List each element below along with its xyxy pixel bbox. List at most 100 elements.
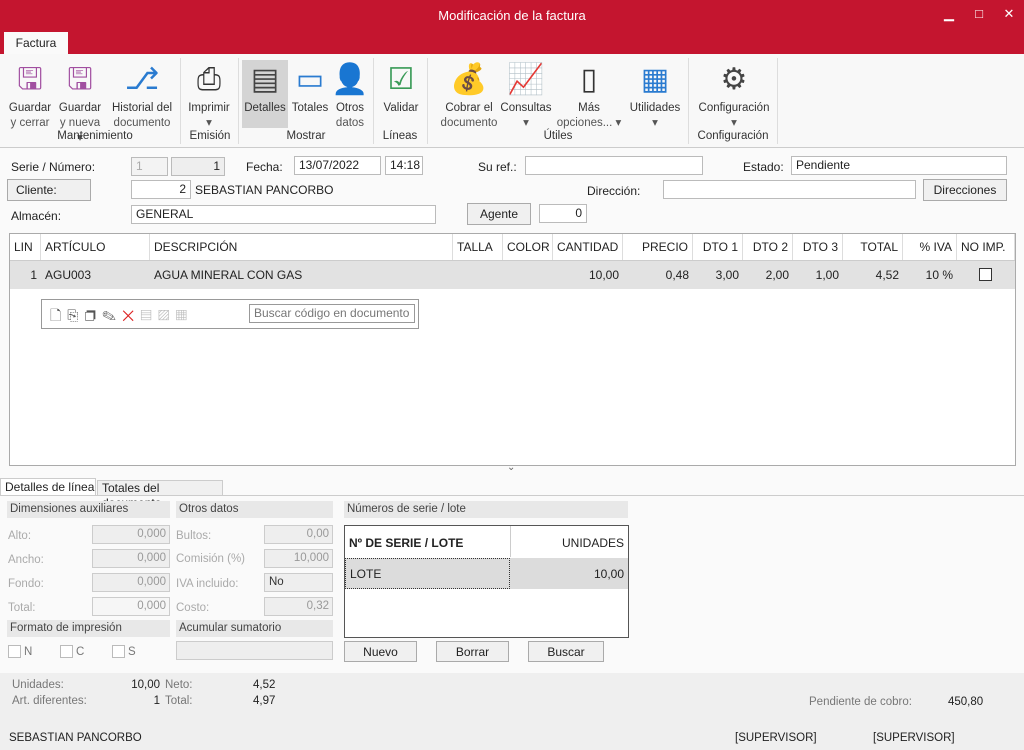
fmt-n-checkbox[interactable] [8,645,21,658]
lines-grid: LIN ARTÍCULO DESCRIPCIÓN TALLA COLOR CANTIDAD… [9,233,1016,466]
footer: Unidades: 10,00 Art. diferentes: 1 Neto:… [0,673,1024,750]
nuevo-button[interactable]: Nuevo [344,641,417,662]
cell-cantidad: 10,00 [588,268,619,282]
total-label: Total: [165,695,193,707]
chevron-down-icon[interactable]: ⌄ [507,462,515,473]
queries-icon: 📈 [507,62,545,96]
formato-section: Formato de impresión [7,620,170,637]
col-header[interactable]: DESCRIPCIÓN [150,234,453,260]
bultos-label: Bultos: [176,530,212,542]
ribbon-button-3[interactable]: ⎙ Imprimir ▾ [184,60,234,131]
ribbon-button-8[interactable]: 💰 Cobrar el documento [432,60,506,131]
col-header[interactable]: DTO 1 [693,234,743,260]
col-header: UNIDADES [561,536,624,550]
direccion-select[interactable] [663,180,916,199]
fondo-field[interactable]: 0,000 [92,573,170,592]
tab-factura[interactable]: Factura [4,32,68,54]
ribbon-button-5[interactable]: ▭ Totales [290,60,330,116]
cell-descripcion: AGUA MINERAL CON GAS [154,268,303,282]
agente-button[interactable]: Agente [467,203,531,225]
ribbon-button-7[interactable]: ☑ Validar [378,60,424,116]
borrar-button[interactable]: Borrar [436,641,509,662]
ribbon-button-4[interactable]: ▤ Detalles [242,60,288,116]
ribbon-button-0[interactable]: 🖫 Guardar y cerrar [6,60,54,131]
group-label: Mostrar [286,130,326,142]
costo-label: Costo: [176,602,210,614]
fondo-label: Fondo: [8,578,44,590]
estado-label: Estado: [743,160,784,174]
table-row[interactable]: LOTE 10,00 [345,558,628,589]
toolbar-icons[interactable]: 🗋⎘❐✎✕▤▨▦ [50,305,193,329]
fmt-c-label: C [76,646,85,658]
lote-cell[interactable]: LOTE [345,558,510,589]
ribbon-button-2[interactable]: ⎇ Historial del documento [108,60,176,131]
fmt-c-checkbox[interactable] [60,645,73,658]
estado-select[interactable]: Pendiente [791,156,1007,175]
ribbon-button-12[interactable]: ⚙ Configuración ▾ [692,60,776,131]
ribbon-button-10[interactable]: ▯ Más opciones... ▾ [554,60,624,131]
col-header[interactable]: CANTIDAD [553,234,623,260]
button-label: Configuración [698,102,770,114]
total-field[interactable]: 0,000 [92,597,170,616]
button-label: ▾ [731,117,737,129]
cliente-code-field[interactable]: 2 [131,180,191,199]
ribbon-button-9[interactable]: 📈 Consultas ▾ [498,60,554,131]
otros-section: Otros datos [176,501,333,518]
col-header[interactable]: DTO 2 [743,234,793,260]
button-label: ▾ [206,117,212,129]
cell-dto1: 3,00 [715,268,739,282]
tab-totales-documento[interactable]: Totales del documento [97,480,223,510]
minimize-button[interactable]: ▁ [934,0,964,28]
alto-field[interactable]: 0,000 [92,525,170,544]
numero-field[interactable]: 1 [171,157,225,176]
cell-color [503,261,553,289]
unidades-cell: 10,00 [593,567,624,581]
suref-field[interactable] [525,156,703,175]
fmt-s-checkbox[interactable] [112,645,125,658]
col-header[interactable]: PRECIO [623,234,693,260]
hora-field[interactable]: 14:18 [385,156,423,175]
validate-icon: ☑ [387,62,415,96]
no-imp-checkbox[interactable] [979,268,992,281]
ribbon-button-6[interactable]: 👤 Otros datos [331,60,368,131]
printer-icon: ⎙ [197,62,221,96]
col-header[interactable]: LIN [10,234,41,260]
unidades-label: Unidades: [12,679,64,691]
tab-detalles-linea[interactable]: Detalles de línea [0,478,96,496]
serie-select[interactable]: 1 [131,157,168,176]
cell-iva: 10 % [925,268,953,282]
title-bar: Modificación de la factura [0,0,1024,32]
col-header[interactable]: TALLA [453,234,503,260]
agente-field[interactable]: 0 [539,204,587,223]
acumular-select[interactable] [176,641,333,660]
button-label: Detalles [244,102,286,114]
ribbon-button-11[interactable]: ▦ Utilidades ▾ [626,60,684,131]
col-header[interactable]: ARTÍCULO [41,234,150,260]
col-header[interactable]: % IVA [903,234,957,260]
save-close-icon: 🖫 [17,62,43,96]
ancho-label: Ancho: [8,554,44,566]
direcciones-button[interactable]: Direcciones [923,179,1007,201]
comision-field[interactable]: 10,000 [264,549,333,568]
almacen-select[interactable]: GENERAL [131,205,436,224]
cliente-button[interactable]: Cliente: [7,179,91,201]
search-code-input[interactable]: Buscar código en documento [249,304,415,323]
cell-articulo: AGU003 [45,268,92,282]
col-header[interactable]: TOTAL [843,234,903,260]
col-header[interactable]: COLOR [503,234,553,260]
iva-select[interactable]: No [264,573,333,592]
buscar-button[interactable]: Buscar [528,641,604,662]
costo-field[interactable]: 0,32 [264,597,333,616]
col-header: Nº DE SERIE / LOTE [349,536,464,550]
ancho-field[interactable]: 0,000 [92,549,170,568]
col-header[interactable]: NO IMP. [957,234,1015,260]
close-button[interactable]: ✕ [994,0,1024,28]
maximize-button[interactable]: □ [964,0,994,28]
fecha-field[interactable]: 13/07/2022 [294,156,381,175]
neto-label: Neto: [165,679,193,691]
line-toolbar: 🗋⎘❐✎✕▤▨▦ Buscar código en documento [41,299,419,329]
col-header[interactable]: DTO 3 [793,234,843,260]
button-label: documento [440,117,498,129]
pendiente-value: 450,80 [948,696,984,708]
bultos-field[interactable]: 0,00 [264,525,333,544]
